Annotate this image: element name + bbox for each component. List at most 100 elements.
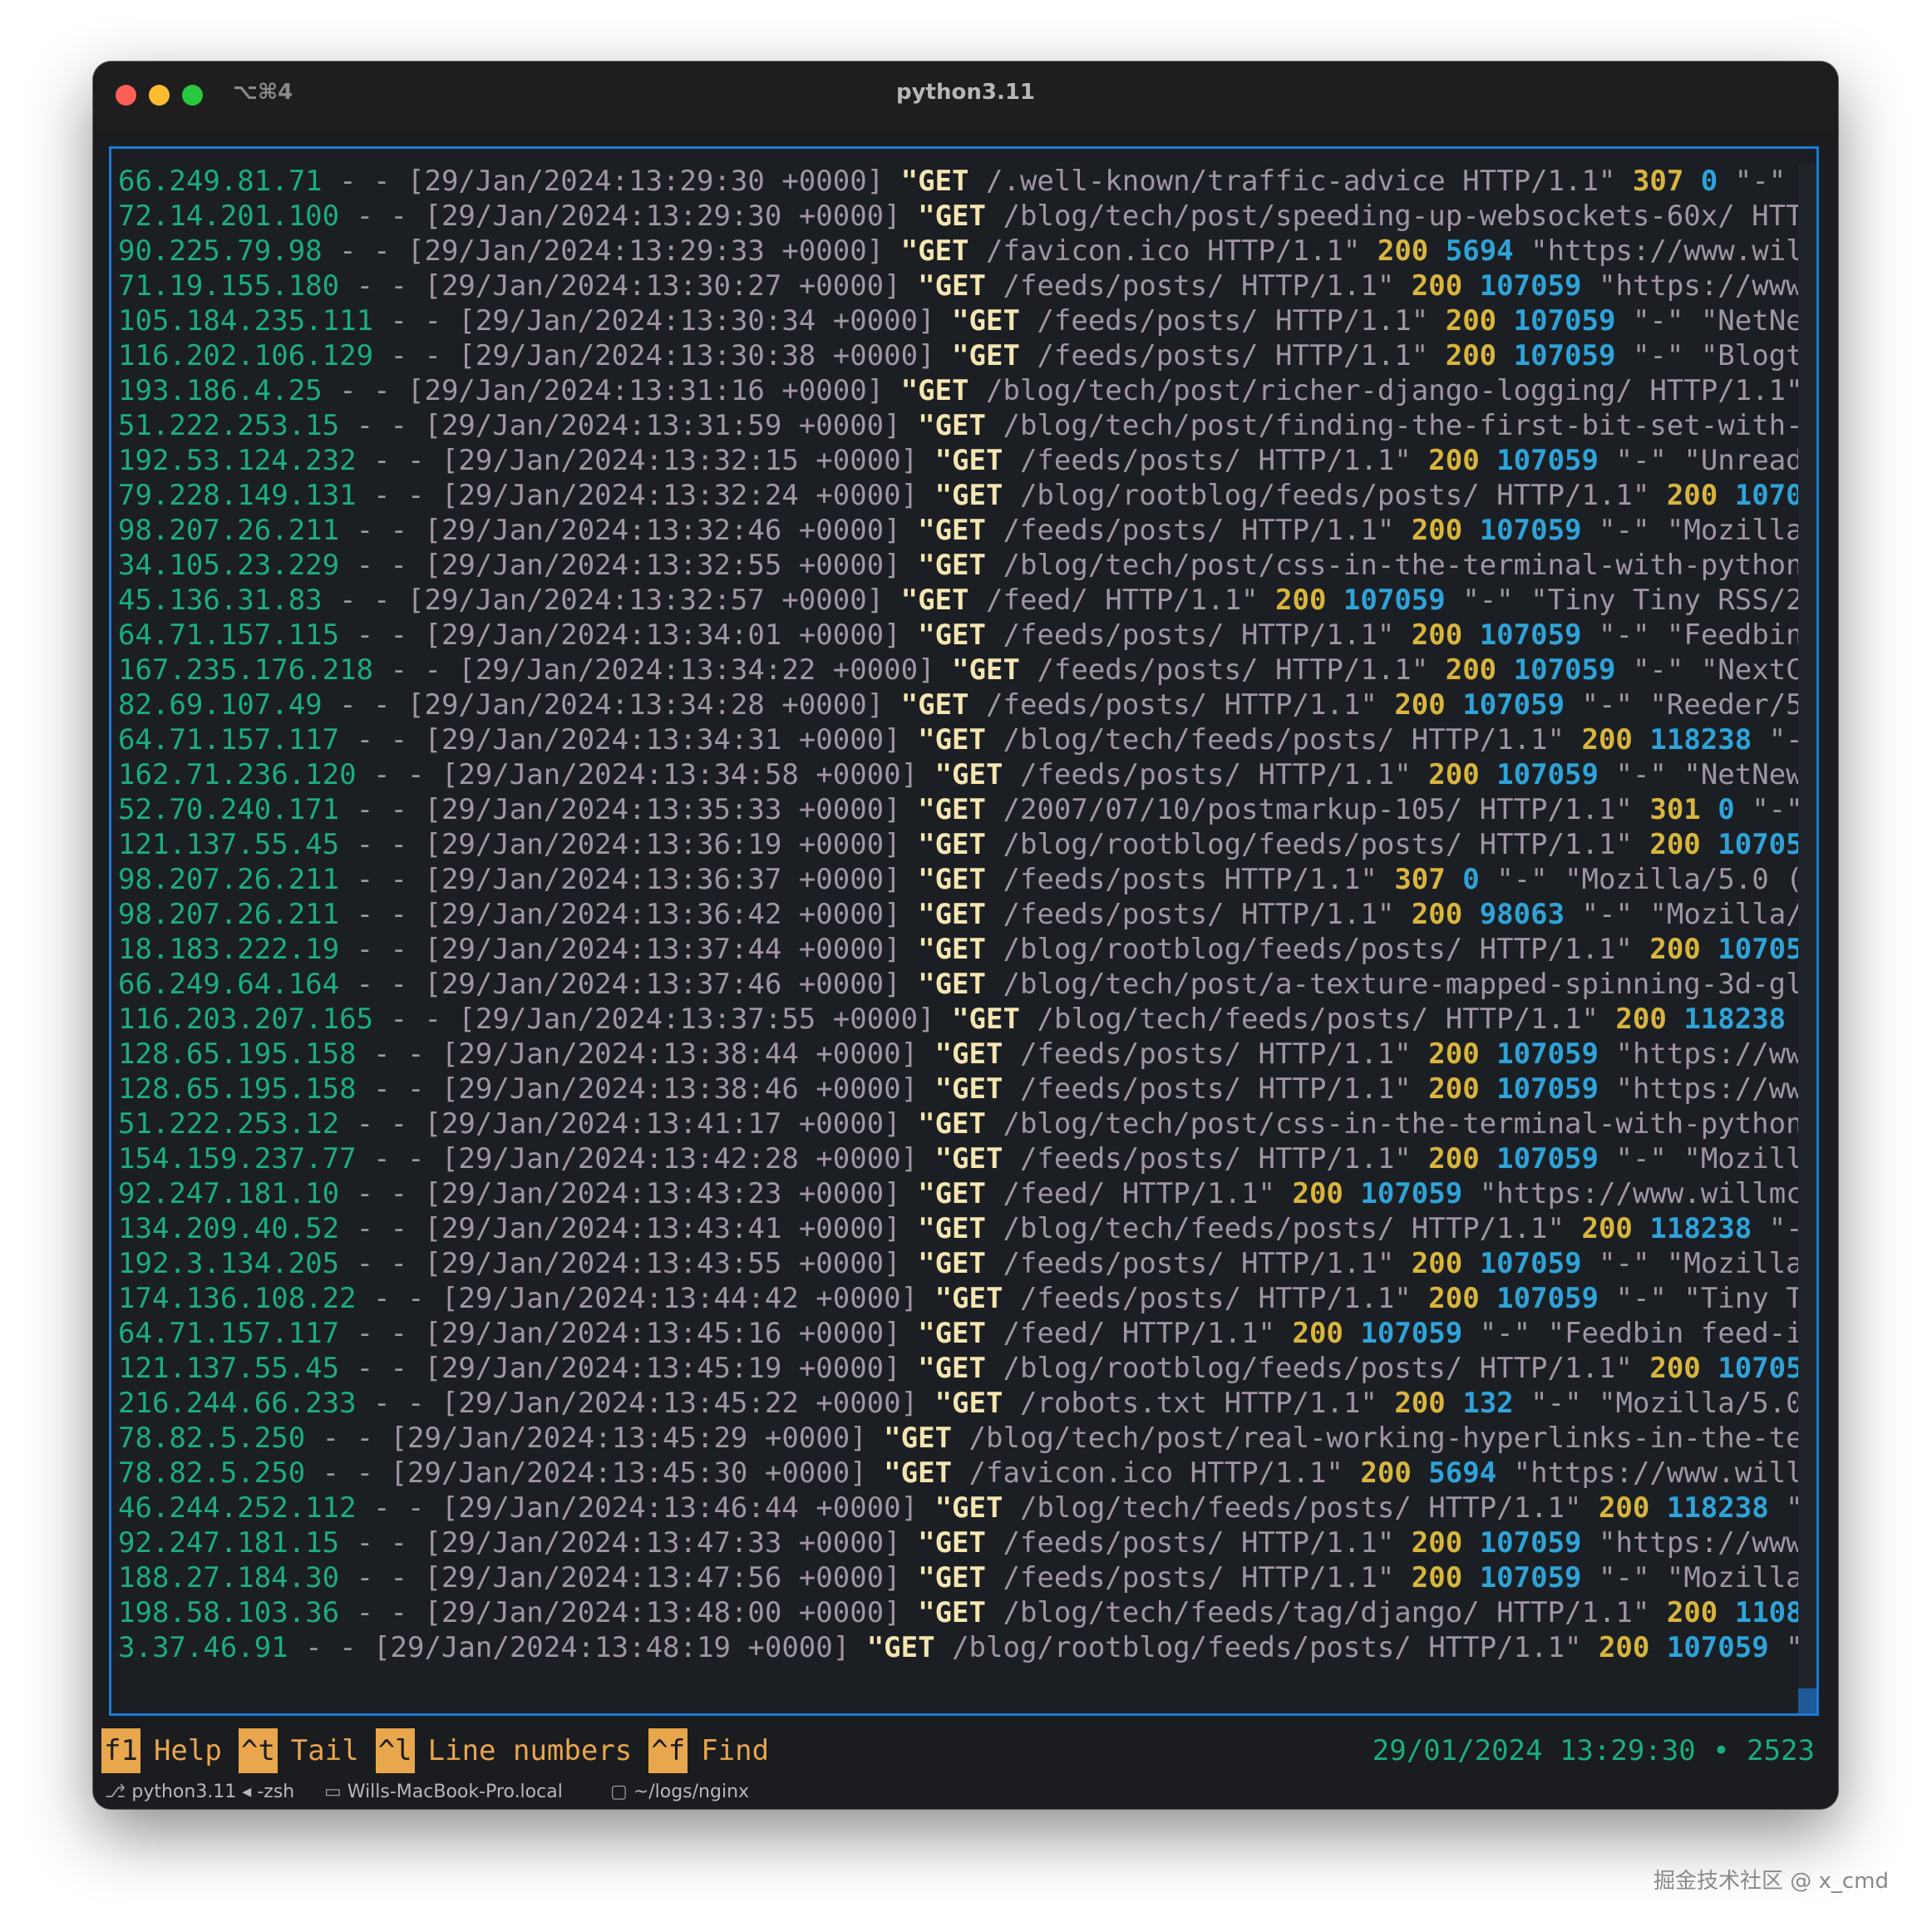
log-line: 128.65.195.158 - - [29/Jan/2024:13:38:44…	[118, 1037, 1799, 1072]
log-rest: "-" "Blogtr	[1632, 339, 1799, 372]
log-status: 200	[1445, 304, 1497, 338]
log-size: 11081	[1734, 1596, 1799, 1629]
log-ip: 46.244.252.112	[118, 1491, 357, 1525]
log-rest: "https://www.willmcg	[1479, 1177, 1799, 1210]
log-status: 200	[1411, 269, 1463, 303]
footer-item-line-numbers[interactable]: ^l Line numbers	[375, 1728, 632, 1773]
log-size: 107059	[1718, 1352, 1799, 1385]
window-title: python3.11	[895, 80, 1036, 105]
log-line: 3.37.46.91 - - [29/Jan/2024:13:48:19 +00…	[118, 1630, 1799, 1665]
log-size: 107059	[1479, 1247, 1582, 1280]
log-status: 200	[1275, 584, 1327, 617]
log-timestamp: [29/Jan/2024:13:32:24 +0000]	[441, 479, 919, 512]
log-size: 107059	[1513, 653, 1616, 687]
log-path: /feeds/posts/ HTTP/1.1"	[1037, 304, 1429, 338]
log-path: /feeds/posts/ HTTP/1.1"	[1003, 1526, 1395, 1560]
log-timestamp: [29/Jan/2024:13:34:22 +0000]	[458, 653, 935, 687]
title-bar: ⌥⌘4 python3.11	[93, 62, 1838, 132]
log-method: "GET	[918, 269, 986, 303]
log-method: "GET	[918, 409, 986, 442]
footer-item-tail[interactable]: ^t Tail	[238, 1728, 359, 1773]
log-timestamp: [29/Jan/2024:13:34:58 +0000]	[441, 758, 919, 791]
terminal-window: ⌥⌘4 python3.11 66.249.81.71 - - [29/Jan/…	[93, 62, 1838, 1809]
shell-status-bar: ⎇ python3.11 ◂ -zsh ▭ Wills-MacBook-Pro.…	[93, 1776, 1838, 1809]
log-line: 18.183.222.19 - - [29/Jan/2024:13:37:44 …	[118, 932, 1799, 967]
log-ip: 52.70.240.171	[118, 793, 340, 826]
log-timestamp: [29/Jan/2024:13:30:34 +0000]	[458, 304, 935, 338]
log-line: 92.247.181.15 - - [29/Jan/2024:13:47:33 …	[118, 1525, 1799, 1560]
log-line: 66.249.64.164 - - [29/Jan/2024:13:37:46 …	[118, 967, 1799, 1002]
log-method: "GET	[918, 549, 986, 582]
log-rest: "https://www	[1615, 1037, 1799, 1071]
log-status: 200	[1292, 1177, 1343, 1210]
log-timestamp: [29/Jan/2024:13:30:38 +0000]	[458, 339, 935, 372]
log-status: 200	[1292, 1317, 1343, 1350]
footer-item-find[interactable]: ^f Find	[648, 1728, 769, 1773]
log-line: 66.249.81.71 - - [29/Jan/2024:13:29:30 +…	[118, 164, 1799, 199]
log-timestamp: [29/Jan/2024:13:37:55 +0000]	[458, 1003, 935, 1036]
log-method: "GET	[900, 584, 969, 617]
log-method: "GET	[918, 1526, 986, 1560]
log-view[interactable]: 66.249.81.71 - - [29/Jan/2024:13:29:30 +…	[109, 146, 1819, 1716]
log-size: 107059	[1479, 514, 1582, 547]
log-rest: "-"	[1768, 723, 1799, 757]
log-path: /feeds/posts/ HTTP/1.1"	[1019, 444, 1412, 477]
log-path: /feeds/posts/ HTTP/1.1"	[1019, 1142, 1412, 1175]
log-ip: 64.71.157.115	[118, 619, 340, 652]
log-ip: 3.37.46.91	[118, 1631, 288, 1664]
log-rest: "-" "	[1734, 165, 1799, 198]
log-path: /feeds/posts/ HTTP/1.1"	[986, 688, 1378, 722]
log-rest: "-" "Unread	[1615, 444, 1799, 477]
log-path: /blog/tech/post/css-in-the-terminal-with…	[1003, 1107, 1799, 1141]
log-ip: 82.69.107.49	[118, 688, 323, 722]
log-status: 200	[1411, 514, 1463, 547]
log-ip: 51.222.253.12	[118, 1107, 340, 1141]
log-line: 193.186.4.25 - - [29/Jan/2024:13:31:16 +…	[118, 373, 1799, 408]
log-rest: "-" "Feedbin	[1599, 619, 1799, 652]
log-path: /favicon.ico HTTP/1.1"	[986, 234, 1361, 268]
vertical-scrollbar[interactable]	[1798, 164, 1816, 1713]
log-size: 107059	[1496, 1142, 1599, 1175]
log-method: "GET	[918, 1212, 986, 1245]
log-status: 200	[1581, 1212, 1633, 1245]
log-ip: 51.222.253.15	[118, 409, 340, 442]
log-method: "GET	[952, 1003, 1020, 1036]
log-size: 107059	[1462, 688, 1565, 722]
log-status: 200	[1394, 1387, 1446, 1420]
log-timestamp: [29/Jan/2024:13:43:23 +0000]	[424, 1177, 901, 1210]
log-rest: "-" "Mozilla/5.0 (W	[1496, 863, 1799, 896]
footer-item-help[interactable]: f1 Help	[101, 1728, 222, 1773]
log-path: /feeds/posts/ HTTP/1.1"	[1003, 1561, 1395, 1594]
log-timestamp: [29/Jan/2024:13:35:33 +0000]	[424, 793, 901, 826]
log-path: /feeds/posts/ HTTP/1.1"	[1037, 339, 1429, 372]
footer-key: ^t	[238, 1728, 278, 1773]
log-ip: 162.71.236.120	[118, 758, 357, 791]
log-timestamp: [29/Jan/2024:13:36:42 +0000]	[424, 898, 901, 931]
log-status: 200	[1428, 1282, 1480, 1315]
log-line: 64.71.157.117 - - [29/Jan/2024:13:34:31 …	[118, 722, 1799, 757]
log-status: 200	[1615, 1003, 1667, 1036]
log-ip: 45.136.31.83	[118, 584, 323, 617]
log-size: 107059	[1496, 758, 1599, 791]
log-line: 78.82.5.250 - - [29/Jan/2024:13:45:29 +0…	[118, 1421, 1799, 1456]
log-path: /feeds/posts/ HTTP/1.1"	[1003, 514, 1395, 547]
log-path: /feeds/posts/ HTTP/1.1"	[1003, 269, 1395, 303]
log-line: 128.65.195.158 - - [29/Jan/2024:13:38:46…	[118, 1072, 1799, 1106]
log-rest: "-" "Feedbin feed-id	[1479, 1317, 1799, 1350]
log-size: 118238	[1649, 723, 1752, 757]
log-ip: 128.65.195.158	[118, 1072, 357, 1106]
log-rest: "-" "Mozilla/	[1599, 1247, 1799, 1280]
log-size: 118238	[1666, 1491, 1769, 1525]
log-size: 118238	[1683, 1003, 1787, 1036]
log-timestamp: [29/Jan/2024:13:29:30 +0000]	[424, 200, 901, 233]
log-status: 307	[1394, 863, 1446, 896]
log-ip: 64.71.157.117	[118, 723, 340, 757]
vertical-scrollbar-thumb[interactable]	[1798, 1688, 1816, 1713]
log-size: 107059	[1718, 933, 1799, 966]
log-ip: 128.65.195.158	[118, 1037, 357, 1071]
log-line: 162.71.236.120 - - [29/Jan/2024:13:34:58…	[118, 757, 1799, 792]
log-method: "GET	[952, 653, 1020, 687]
log-size: 0	[1462, 863, 1480, 896]
log-size: 10705	[1734, 479, 1799, 512]
log-size: 107059	[1496, 1037, 1599, 1071]
